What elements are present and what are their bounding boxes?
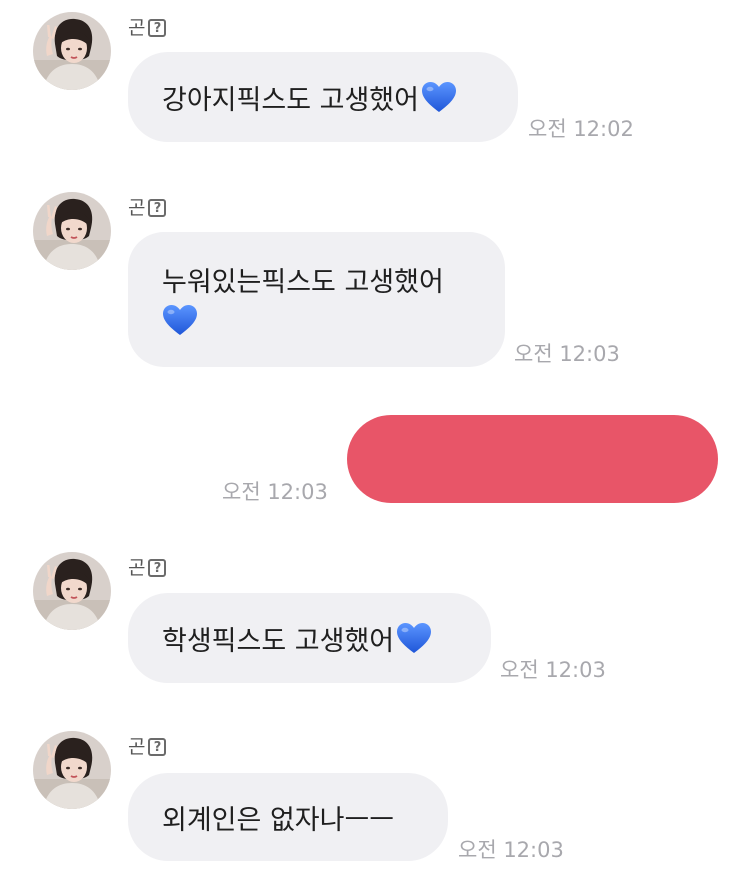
avatar[interactable] [33, 192, 111, 270]
message-text: 외계인은 없자나ㅡㅡ [162, 804, 395, 836]
avatar[interactable] [33, 552, 111, 630]
sender-row: 곤 ? [128, 195, 167, 221]
avatar[interactable] [33, 731, 111, 809]
sender-name[interactable]: 곤 [128, 555, 145, 581]
blue-heart-icon [162, 304, 198, 337]
sender-row: 곤 ? [128, 555, 167, 581]
message-text: 누워있는픽스도 고생했어 [162, 267, 444, 298]
sender-row: 곤 ? [128, 734, 167, 760]
chat-thread: 곤 ? 강아지픽스도 고생했어 오전 12:02 곤 ? 누워있는픽스도 고생했… [0, 0, 749, 876]
question-mark-icon: ? [148, 559, 167, 577]
blue-heart-icon [421, 81, 457, 114]
avatar[interactable] [33, 12, 111, 90]
blue-heart-icon [396, 622, 432, 655]
message-timestamp: 오전 12:03 [514, 342, 620, 366]
message-timestamp: 오전 12:03 [222, 480, 328, 504]
sender-row: 곤 ? [128, 15, 167, 41]
message-text: 학생픽스도 고생했어 [162, 625, 395, 657]
message-timestamp: 오전 12:03 [500, 658, 606, 682]
sender-name[interactable]: 곤 [128, 195, 145, 221]
question-mark-icon: ? [148, 199, 167, 217]
sender-name[interactable]: 곤 [128, 734, 145, 760]
outgoing-message-bubble[interactable] [347, 415, 718, 503]
message-text: 강아지픽스도 고생했어 [162, 84, 419, 116]
message-bubble[interactable]: 누워있는픽스도 고생했어 [128, 232, 505, 367]
message-timestamp: 오전 12:03 [458, 838, 564, 862]
message-bubble[interactable]: 강아지픽스도 고생했어 [128, 52, 518, 142]
message-bubble[interactable]: 학생픽스도 고생했어 [128, 593, 491, 683]
sender-name[interactable]: 곤 [128, 15, 145, 41]
message-bubble[interactable]: 외계인은 없자나ㅡㅡ [128, 773, 448, 861]
question-mark-icon: ? [148, 19, 167, 37]
question-mark-icon: ? [148, 738, 167, 756]
message-timestamp: 오전 12:02 [528, 117, 634, 141]
